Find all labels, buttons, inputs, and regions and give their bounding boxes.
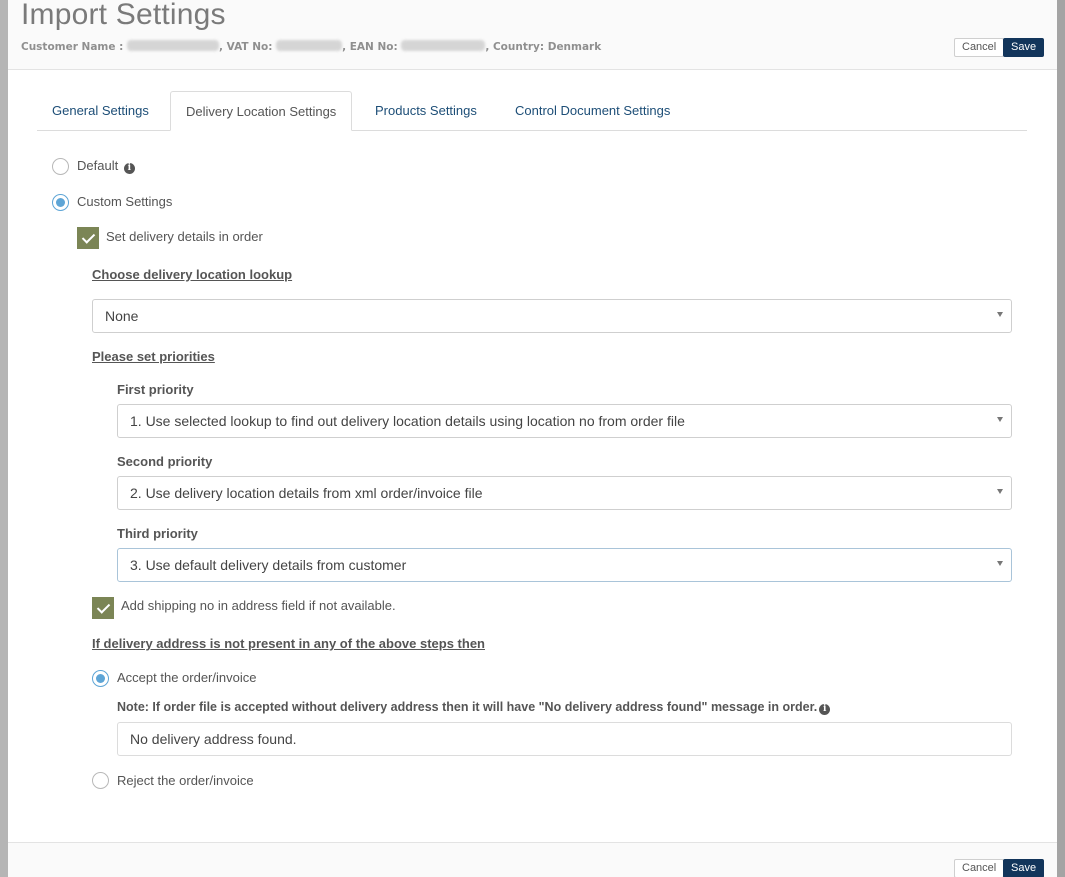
ean-label: , EAN No: — [342, 41, 398, 53]
info-icon[interactable]: i — [123, 163, 135, 174]
settings-tabs: General Settings Delivery Location Setti… — [37, 91, 1027, 131]
chevron-down-icon — [997, 417, 1003, 422]
reject-order-label: Reject the order/invoice — [117, 773, 254, 788]
second-priority-label: Second priority — [117, 454, 213, 469]
set-delivery-details-label: Set delivery details in order — [106, 229, 263, 244]
accept-note: Note: If order file is accepted without … — [117, 700, 831, 715]
chevron-down-icon — [997, 489, 1003, 494]
add-shipping-no-label: Add shipping no in address field if not … — [121, 598, 396, 613]
second-priority-select[interactable]: 2. Use delivery location details from xm… — [117, 476, 1012, 510]
custom-settings-radio[interactable] — [52, 194, 69, 211]
tab-delivery-location-settings[interactable]: Delivery Location Settings — [170, 91, 353, 131]
second-priority-value: 2. Use delivery location details from xm… — [130, 485, 483, 501]
third-priority-value: 3. Use default delivery details from cus… — [130, 557, 407, 573]
fallback-heading: If delivery address is not present in an… — [92, 636, 485, 651]
add-shipping-no-checkbox[interactable] — [92, 597, 114, 619]
third-priority-label: Third priority — [117, 526, 198, 541]
background-right-edge — [1056, 0, 1065, 877]
tab-general-settings[interactable]: General Settings — [37, 91, 164, 131]
dialog-footer: Cancel Save — [8, 842, 1057, 877]
default-label-text: Default — [77, 158, 119, 173]
chevron-down-icon — [997, 312, 1003, 317]
header-save-button[interactable]: Save — [1003, 38, 1045, 57]
lookup-select-value: None — [105, 308, 139, 324]
accept-order-label: Accept the order/invoice — [117, 670, 257, 685]
default-label: Default i — [77, 158, 135, 174]
reject-order-radio[interactable] — [92, 772, 109, 789]
header-cancel-button[interactable]: Cancel — [954, 38, 1005, 57]
vat-redacted — [276, 40, 343, 51]
vat-label: , VAT No: — [219, 41, 273, 53]
lookup-heading: Choose delivery location lookup — [92, 267, 293, 282]
first-priority-label: First priority — [117, 382, 194, 397]
first-priority-select[interactable]: 1. Use selected lookup to find out deliv… — [117, 404, 1012, 438]
dialog-title: Import Settings — [21, 0, 226, 31]
footer-save-button[interactable]: Save — [1003, 859, 1045, 877]
dialog-header: Import Settings Customer Name : , VAT No… — [8, 0, 1057, 70]
lookup-select[interactable]: None — [92, 299, 1012, 333]
default-radio[interactable] — [52, 158, 69, 175]
third-priority-select[interactable]: 3. Use default delivery details from cus… — [117, 548, 1012, 582]
first-priority-value: 1. Use selected lookup to find out deliv… — [130, 413, 685, 429]
customer-name-redacted — [127, 40, 220, 51]
ean-redacted — [401, 40, 486, 51]
info-icon[interactable]: i — [819, 704, 831, 715]
customer-name-label: Customer Name : — [21, 41, 124, 53]
accept-note-text: Note: If order file is accepted without … — [117, 700, 818, 714]
import-settings-dialog: Import Settings Customer Name : , VAT No… — [8, 0, 1057, 877]
footer-cancel-button[interactable]: Cancel — [954, 859, 1005, 877]
accept-order-radio[interactable] — [92, 670, 109, 687]
no-address-message-input[interactable]: No delivery address found. — [117, 722, 1012, 756]
country-text: , Country: Denmark — [485, 41, 602, 53]
set-delivery-details-checkbox[interactable] — [77, 227, 99, 249]
priorities-heading: Please set priorities — [92, 349, 215, 364]
chevron-down-icon — [997, 561, 1003, 566]
customer-info: Customer Name : , VAT No: , EAN No: , Co… — [21, 40, 601, 53]
tab-control-document-settings[interactable]: Control Document Settings — [500, 91, 685, 131]
tab-products-settings[interactable]: Products Settings — [360, 91, 492, 131]
custom-settings-label: Custom Settings — [77, 194, 173, 209]
